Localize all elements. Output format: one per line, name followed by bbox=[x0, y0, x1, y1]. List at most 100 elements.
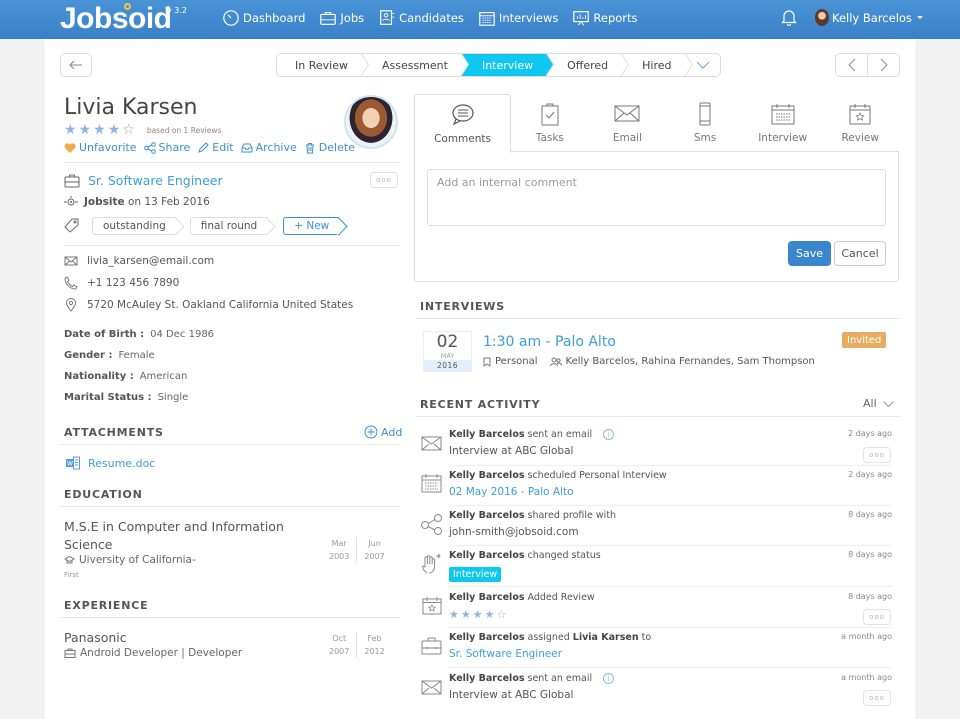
add-attachment-button[interactable]: Add bbox=[364, 425, 402, 439]
review-rating: ★ ★ ★ ★ ☆ bbox=[449, 608, 506, 621]
detail-marital-status: Marital Status : Single bbox=[64, 392, 188, 403]
tab-email[interactable]: Email bbox=[589, 94, 667, 152]
add-tag-button[interactable]: + New bbox=[283, 217, 340, 235]
degree-line: Science bbox=[64, 537, 113, 552]
chevron-left-icon bbox=[847, 58, 855, 72]
candidate-name: Livia Karsen bbox=[64, 95, 198, 120]
share-button[interactable]: Share bbox=[143, 141, 190, 154]
tab-label: Interview bbox=[758, 132, 808, 144]
phone-number[interactable]: +1 123 456 7890 bbox=[87, 277, 179, 289]
recent-activity-title: RECENT ACTIVITY bbox=[420, 398, 541, 411]
activity-summary: Kelly Barcelos sent an email i bbox=[449, 673, 615, 684]
attachments-title: ATTACHMENTS bbox=[64, 426, 164, 439]
prev-candidate-button[interactable] bbox=[836, 54, 868, 76]
save-button[interactable]: Save bbox=[788, 241, 831, 266]
stage-interview[interactable]: Interview bbox=[461, 54, 548, 76]
stage-offered[interactable]: Offered bbox=[547, 54, 623, 76]
activity-text: scheduled Personal Interview bbox=[527, 470, 667, 481]
email-link[interactable]: livia_karsen@email.com bbox=[87, 255, 214, 267]
activity-filter-dropdown[interactable]: All bbox=[863, 397, 894, 410]
info-icon[interactable]: i bbox=[603, 429, 615, 440]
cancel-button[interactable]: Cancel bbox=[834, 241, 886, 266]
nav-interviews[interactable]: Interviews bbox=[478, 9, 558, 27]
activity-actor[interactable]: Kelly Barcelos bbox=[449, 673, 525, 684]
stage-in-review[interactable]: In Review bbox=[277, 54, 362, 76]
pipeline-stages: In Review Assessment Interview Offered H… bbox=[276, 53, 721, 77]
nav-label: Candidates bbox=[399, 11, 464, 25]
plus-circle-icon bbox=[364, 425, 378, 439]
tag-final-round[interactable]: final round bbox=[189, 217, 268, 235]
nav-jobs[interactable]: Jobs bbox=[319, 9, 364, 27]
activity-target[interactable]: Livia Karsen bbox=[573, 632, 639, 643]
job-title-link[interactable]: Sr. Software Engineer bbox=[88, 173, 223, 188]
activity-detail-link[interactable]: Sr. Software Engineer bbox=[449, 648, 562, 660]
activity-summary: Kelly Barcelos Added Review bbox=[449, 592, 595, 603]
attachment-resume[interactable]: W Resume.doc bbox=[66, 456, 155, 470]
phone-icon bbox=[64, 276, 78, 290]
education-dates: Mar 2003 Jun 2007 bbox=[322, 537, 392, 563]
tab-review[interactable]: Review bbox=[821, 94, 899, 152]
next-candidate-button[interactable] bbox=[868, 54, 899, 76]
logo[interactable]: Jobsoid bbox=[60, 2, 172, 36]
info-icon[interactable]: i bbox=[603, 673, 615, 684]
back-button[interactable] bbox=[60, 53, 92, 77]
tab-sms[interactable]: Sms bbox=[666, 94, 744, 152]
tab-label: Review bbox=[841, 132, 879, 144]
activity-item: Kelly Barcelos Added Review ★ ★ ★ ★ ☆ 8 d… bbox=[420, 592, 892, 628]
logo-dot bbox=[124, 3, 131, 10]
activity-actor[interactable]: Kelly Barcelos bbox=[449, 429, 525, 440]
tab-comments[interactable]: Comments bbox=[414, 94, 512, 153]
stage-hired[interactable]: Hired bbox=[622, 54, 686, 76]
activity-time: 8 days ago bbox=[848, 592, 892, 601]
activity-actor[interactable]: Kelly Barcelos bbox=[449, 632, 525, 643]
interviews-title: INTERVIEWS bbox=[420, 300, 505, 313]
activity-summary: Kelly Barcelos assigned Livia Karsen to bbox=[449, 632, 651, 643]
tab-interview[interactable]: Interview bbox=[744, 94, 822, 152]
activity-actor[interactable]: Kelly Barcelos bbox=[449, 470, 525, 481]
tag-outstanding[interactable]: outstanding bbox=[92, 217, 176, 235]
star-filled-icon: ★ bbox=[449, 608, 459, 621]
unfavorite-button[interactable]: Unfavorite bbox=[64, 141, 137, 154]
detail-nationality: Nationality : American bbox=[64, 371, 187, 382]
start-year: 2007 bbox=[329, 647, 350, 656]
activity-item: Kelly Barcelos changed status Interview 8… bbox=[420, 550, 892, 586]
nav-dashboard[interactable]: Dashboard bbox=[222, 9, 305, 27]
stage-assessment[interactable]: Assessment bbox=[361, 54, 462, 76]
activity-item: Kelly Barcelos assigned Livia Karsen to Sr.… bbox=[420, 632, 892, 668]
job-more-button[interactable]: ooo bbox=[370, 172, 398, 188]
bell-icon[interactable] bbox=[781, 8, 797, 26]
edit-button[interactable]: Edit bbox=[197, 141, 234, 154]
activity-detail-link[interactable]: 02 May 2016 - Palo Alto bbox=[449, 486, 574, 498]
archive-button[interactable]: Archive bbox=[241, 141, 297, 154]
delete-button[interactable]: Delete bbox=[304, 141, 355, 154]
tab-label: Tasks bbox=[535, 132, 564, 144]
comment-input[interactable] bbox=[427, 169, 886, 226]
activity-time: a month ago bbox=[841, 673, 892, 682]
activity-actor[interactable]: Kelly Barcelos bbox=[449, 510, 525, 521]
source-name: Jobsite bbox=[84, 196, 125, 208]
experience-dates: Oct 2007 Feb 2012 bbox=[322, 632, 392, 658]
interview-title-link[interactable]: 1:30 am - Palo Alto bbox=[483, 334, 616, 350]
word-doc-icon: W bbox=[66, 456, 80, 470]
activity-summary: Kelly Barcelos changed status bbox=[449, 550, 601, 561]
activity-more-button[interactable]: ooo bbox=[863, 447, 891, 463]
nav-reports[interactable]: Reports bbox=[572, 9, 638, 27]
star-filled-icon: ★ bbox=[93, 122, 106, 138]
experience-company: Panasonic bbox=[64, 630, 127, 645]
activity-more-button[interactable]: ooo bbox=[863, 690, 891, 706]
tags: outstanding final round + New bbox=[64, 217, 340, 235]
interview-participants: Kelly Barcelos, Rahina Fernandes, Sam Th… bbox=[565, 356, 815, 367]
user-menu[interactable]: Kelly Barcelos bbox=[815, 9, 923, 26]
detail-label: Gender : bbox=[64, 350, 113, 361]
activity-more-button[interactable]: ooo bbox=[863, 609, 891, 625]
activity-actor[interactable]: Kelly Barcelos bbox=[449, 550, 525, 561]
activity-time: 2 days ago bbox=[848, 429, 892, 438]
activity-item: Kelly Barcelos shared profile with john-s… bbox=[420, 510, 892, 546]
envelope-icon bbox=[421, 680, 442, 695]
chevron-down-icon bbox=[882, 400, 894, 407]
divider bbox=[416, 318, 900, 319]
activity-actor[interactable]: Kelly Barcelos bbox=[449, 592, 525, 603]
tab-tasks[interactable]: Tasks bbox=[511, 94, 589, 152]
interview-year: 2016 bbox=[424, 360, 471, 371]
nav-candidates[interactable]: Candidates bbox=[378, 9, 464, 27]
